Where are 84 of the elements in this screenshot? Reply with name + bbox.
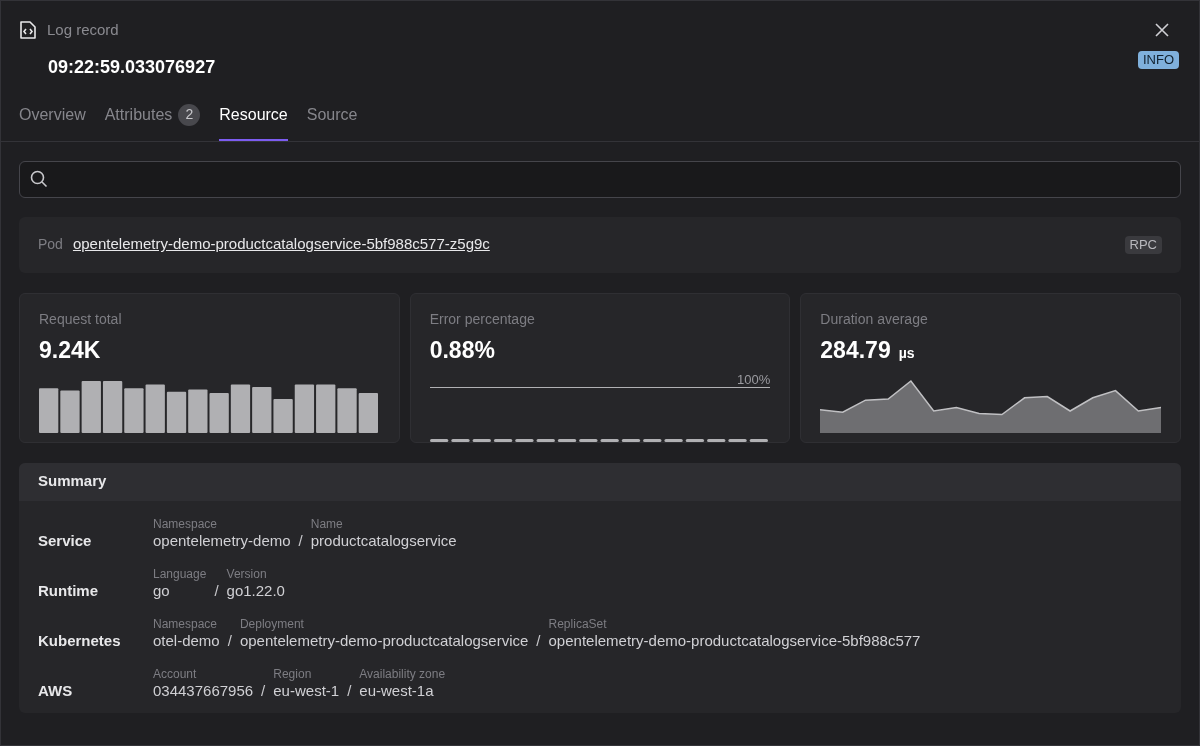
bar	[600, 439, 619, 442]
bar	[39, 388, 59, 433]
bar	[124, 388, 144, 433]
bar	[252, 387, 272, 433]
max-label: 100%	[737, 373, 771, 387]
separator: /	[260, 680, 267, 701]
field-label: Namespace	[153, 616, 219, 631]
bar	[514, 439, 534, 442]
bar	[358, 393, 378, 433]
bar	[642, 439, 662, 442]
bar	[337, 388, 357, 433]
bar	[706, 439, 726, 442]
bar	[664, 439, 683, 442]
summary-row-label: Service	[38, 530, 93, 551]
tab[interactable]: Source	[306, 102, 358, 141]
bar	[188, 389, 208, 433]
bar	[749, 439, 768, 442]
metric-value: 284.79	[820, 335, 891, 365]
close-icon	[1154, 22, 1170, 38]
bar	[81, 381, 101, 433]
bar	[60, 390, 80, 433]
count-badge: 2	[178, 103, 201, 126]
bar	[472, 439, 491, 442]
field-label: Language	[153, 566, 207, 581]
field-label: Deployment	[239, 616, 305, 631]
metric-title: Duration average	[820, 309, 929, 329]
field-value: opentelemetry-demo-productcatalogservice	[239, 631, 529, 651]
tab[interactable]: Resource	[219, 102, 288, 141]
field-label: Version	[226, 566, 268, 581]
summary-row-label: Kubernetes	[38, 630, 122, 651]
separator: /	[535, 630, 542, 651]
field-value: opentelemetry-demo	[153, 531, 291, 551]
field-label: Name	[310, 516, 344, 531]
field-value: go	[153, 581, 171, 601]
field-label: Namespace	[153, 516, 219, 531]
field-value: productcatalogservice	[310, 530, 457, 551]
code-file-icon	[19, 20, 37, 41]
pod-label: Pod	[38, 235, 63, 254]
bar	[685, 439, 704, 442]
metric-value: 9.24K	[39, 335, 101, 365]
search-icon	[30, 170, 48, 188]
bar	[166, 391, 187, 433]
field-label: Account	[153, 666, 198, 681]
bar	[450, 439, 470, 442]
metric-value: 0.88%	[429, 335, 495, 365]
protocol-tag: RPC	[1124, 235, 1162, 254]
bar	[578, 439, 598, 442]
field-value: go1.22.0	[226, 580, 285, 601]
field-label: Region	[273, 666, 313, 681]
field-value: eu-west-1	[273, 681, 340, 701]
separator: /	[346, 680, 353, 701]
search-field[interactable]	[19, 160, 1181, 198]
field-value: 034437667956	[153, 680, 254, 701]
tab[interactable]: Attributes 2	[104, 102, 201, 141]
separator: /	[297, 530, 304, 551]
bar	[230, 384, 251, 433]
bar	[557, 439, 576, 442]
bar	[536, 439, 555, 442]
metric-title: Error percentage	[429, 309, 536, 329]
metric-title: Request total	[39, 309, 123, 329]
field-value: otel-demo	[153, 631, 220, 651]
field-label: Availability zone	[359, 666, 446, 681]
bar	[316, 384, 336, 433]
field-value: eu-west-1a	[359, 681, 435, 701]
tab[interactable]: Overview	[19, 102, 86, 141]
metric-unit: µs	[898, 343, 915, 363]
bar	[102, 381, 123, 433]
bar	[209, 393, 229, 433]
summary-row-label: AWS	[38, 680, 74, 701]
bar	[493, 439, 512, 442]
bar	[728, 439, 747, 442]
pod-link[interactable]: opentelemetry-demo-productcatalogservice-5bf988c577-z5g9c	[72, 233, 490, 256]
record-type-label: Log record	[47, 20, 119, 40]
severity-badge: INFO	[1137, 51, 1179, 69]
separator: /	[226, 630, 233, 651]
bar	[621, 439, 640, 442]
separator: /	[213, 580, 220, 601]
field-value: opentelemetry-demo-productcatalogservice-5bf988c577	[548, 631, 921, 651]
summary-title: Summary	[38, 471, 107, 492]
field-label: ReplicaSet	[548, 616, 608, 631]
summary-row-label: Runtime	[38, 580, 99, 601]
bar	[145, 384, 165, 433]
bar	[429, 439, 448, 442]
timestamp: 09:22:59.033076927	[48, 55, 216, 79]
